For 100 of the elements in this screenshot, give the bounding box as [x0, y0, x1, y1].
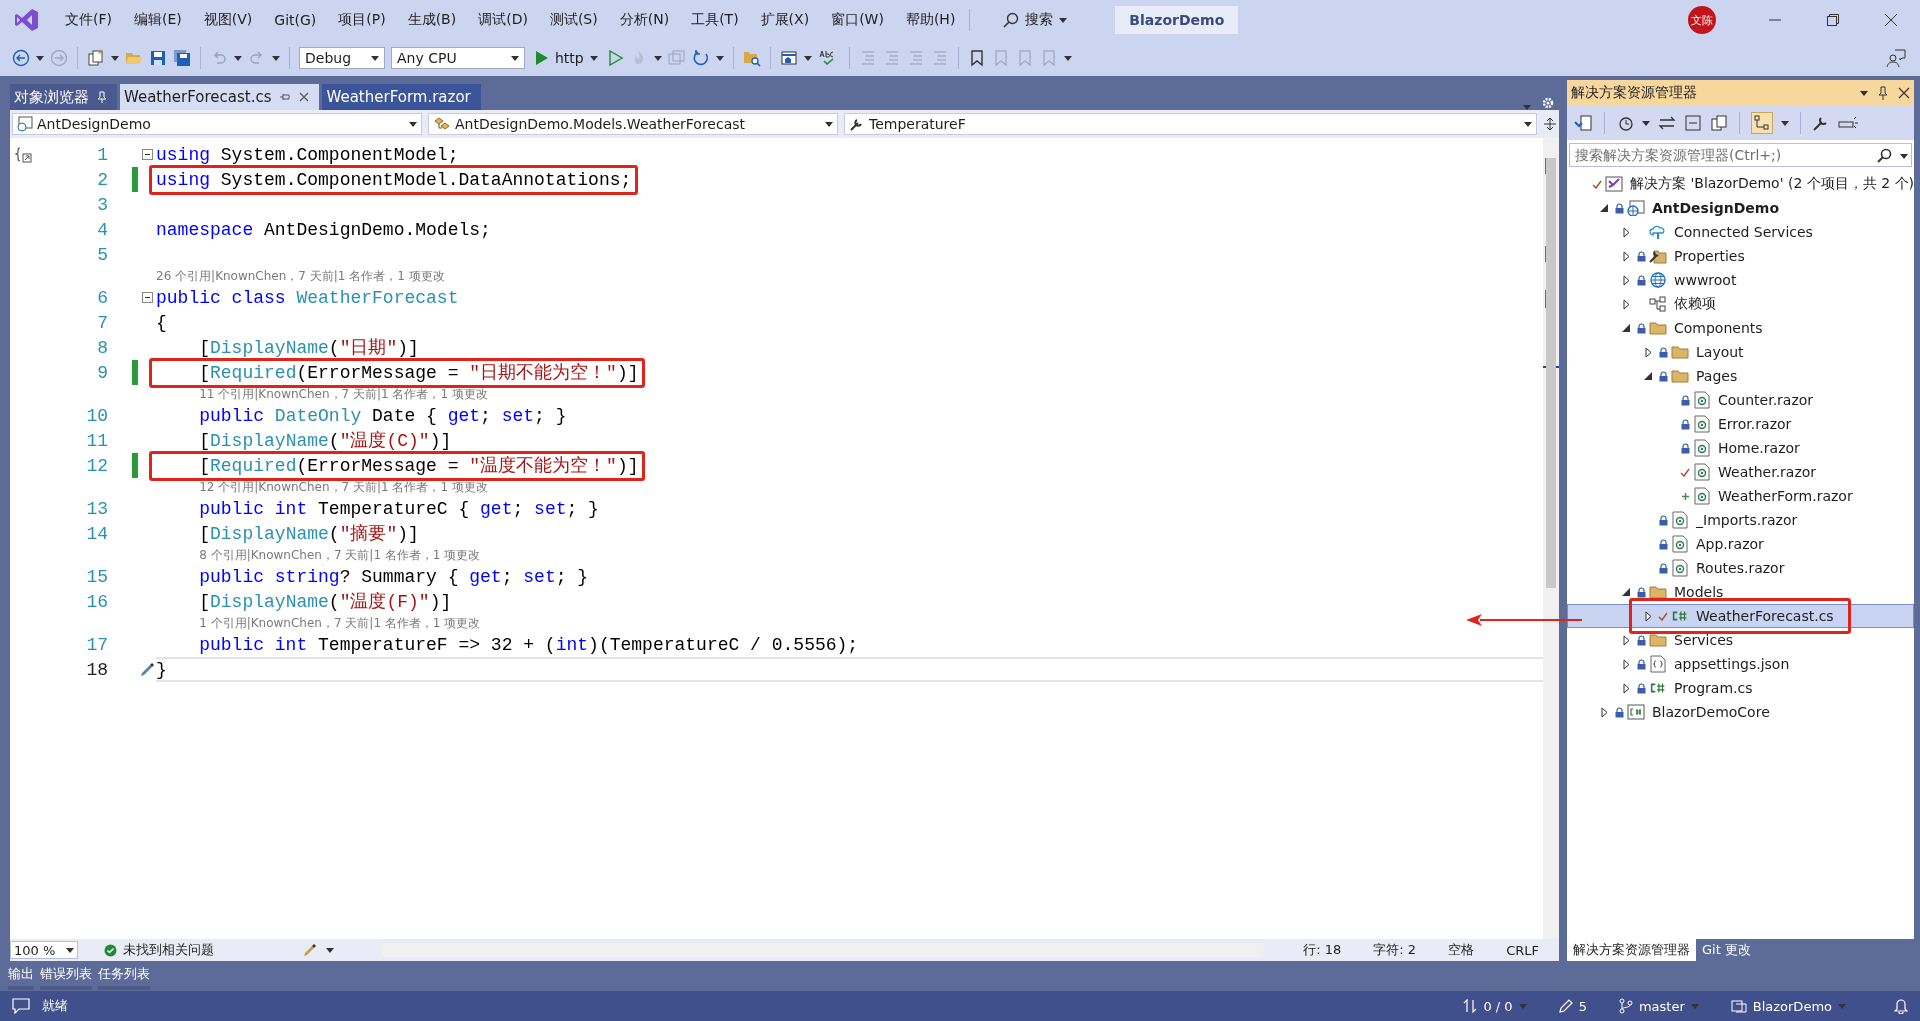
tree-item[interactable]: Counter.razor [1567, 388, 1914, 412]
vs-windows-icon[interactable] [1573, 114, 1593, 132]
message-icon[interactable] [12, 998, 30, 1014]
menu-item[interactable]: 工具(T) [680, 11, 750, 29]
logo-icon[interactable] [14, 7, 40, 33]
new-item-icon[interactable] [87, 49, 105, 67]
collapse-icon[interactable] [141, 149, 153, 160]
tree-item[interactable]: AntDesignDemo [1567, 196, 1914, 220]
whitespace-indicator[interactable]: 空格 [1436, 941, 1487, 959]
menu-item[interactable]: 帮助(H) [894, 11, 967, 29]
code-lens[interactable]: 11 个引用|KnownChen，7 天前|1 名作者，1 项更改 [199, 385, 488, 403]
tree-item[interactable]: Home.razor [1567, 436, 1914, 460]
column-indicator[interactable]: 字符: 2 [1361, 941, 1429, 959]
collapsed-icon[interactable] [1600, 706, 1608, 718]
tree-item[interactable]: Models [1567, 580, 1914, 604]
collapse-all-icon[interactable] [1684, 114, 1702, 132]
line-indicator[interactable]: 行: 18 [1291, 941, 1354, 959]
tree-item[interactable]: Connected Services [1567, 220, 1914, 244]
save-icon[interactable] [149, 49, 167, 67]
close-icon[interactable] [1884, 13, 1898, 27]
copy-icon[interactable] [1710, 114, 1728, 132]
tree-item[interactable]: Pages [1567, 364, 1914, 388]
start-button[interactable]: http [531, 50, 602, 66]
cleanup-brush-icon[interactable] [302, 943, 318, 957]
configuration-dropdown[interactable]: Debug [299, 47, 385, 69]
preview-icon[interactable] [1838, 116, 1858, 130]
sync-status[interactable]: 0 / 0 [1463, 998, 1527, 1014]
tree-item[interactable]: Error.razor [1567, 412, 1914, 436]
menu-item[interactable]: 编辑(E) [123, 11, 193, 29]
save-all-icon[interactable] [173, 49, 191, 67]
search-button[interactable]: 搜索 [995, 11, 1076, 29]
collapsed-icon[interactable] [1622, 658, 1630, 670]
scope-icon[interactable] [15, 145, 33, 164]
code-lens[interactable]: 1 个引用|KnownChen，7 天前|1 名作者，1 项更改 [199, 614, 481, 632]
menu-item[interactable]: Git(G) [263, 12, 328, 28]
branch-status[interactable]: master [1618, 998, 1699, 1014]
tree-item[interactable]: Weather.razor [1567, 460, 1914, 484]
collapsed-icon[interactable] [1622, 682, 1630, 694]
collapsed-icon[interactable] [1622, 226, 1630, 238]
tree-item[interactable]: Layout [1567, 340, 1914, 364]
expanded-icon[interactable] [1600, 204, 1608, 212]
split-icon[interactable] [1543, 117, 1557, 131]
tree-item[interactable]: BlazorDemoCore [1567, 700, 1914, 724]
collapse-icon[interactable] [141, 292, 153, 303]
code-lens[interactable]: 8 个引用|KnownChen，7 天前|1 名作者，1 项更改 [199, 546, 481, 564]
tree-item[interactable]: Program.cs [1567, 676, 1914, 700]
document-tab[interactable]: WeatherForm.razor [322, 84, 481, 110]
zoom-dropdown[interactable]: 100 % [10, 941, 78, 959]
tree-item[interactable]: WeatherForecast.cs [1567, 604, 1914, 628]
tree-item[interactable]: Services [1567, 628, 1914, 652]
sync-icon[interactable] [1658, 114, 1676, 132]
expanded-icon[interactable] [1622, 588, 1630, 596]
collapsed-icon[interactable] [1644, 610, 1652, 622]
panel-tab[interactable]: 解决方案资源管理器 [1567, 939, 1696, 961]
tree-item[interactable]: Properties [1567, 244, 1914, 268]
feedback-icon[interactable] [1886, 48, 1906, 68]
close-icon[interactable] [299, 92, 310, 102]
menu-item[interactable]: 视图(V) [192, 11, 264, 29]
collapsed-icon[interactable] [1644, 346, 1652, 358]
collapsed-icon[interactable] [1622, 250, 1630, 262]
search-icon[interactable] [1876, 148, 1892, 164]
expanded-icon[interactable] [1622, 324, 1630, 332]
expanded-icon[interactable] [1644, 372, 1652, 380]
repository-status[interactable]: BlazorDemo [1730, 998, 1846, 1014]
code-lens[interactable]: 12 个引用|KnownChen，7 天前|1 名作者，1 项更改 [199, 478, 488, 496]
tree-item[interactable]: Routes.razor [1567, 556, 1914, 580]
window-layout-icon[interactable] [779, 49, 798, 67]
track-active-item-button[interactable] [1751, 112, 1773, 134]
tree-item[interactable]: 解决方案 'BlazorDemo' (2 个项目，共 2 个) [1567, 172, 1914, 196]
menu-item[interactable]: 项目(P) [327, 11, 397, 29]
pin-icon[interactable] [1878, 86, 1888, 100]
notification-icon[interactable] [1894, 998, 1908, 1014]
collapsed-icon[interactable] [1622, 634, 1630, 646]
restore-icon[interactable] [1826, 13, 1840, 27]
settings-icon[interactable] [1541, 96, 1555, 110]
changes-status[interactable]: 5 [1558, 998, 1587, 1014]
line-ending-indicator[interactable]: CRLF [1494, 942, 1551, 958]
wrench-icon[interactable] [1812, 114, 1830, 132]
tree-item[interactable]: WeatherForm.razor [1567, 484, 1914, 508]
back-icon[interactable] [12, 49, 30, 67]
menu-item[interactable]: 窗口(W) [820, 11, 895, 29]
code-lens[interactable]: 26 个引用|KnownChen，7 天前|1 名作者，1 项更改 [156, 267, 445, 285]
menu-item[interactable]: 扩展(X) [749, 11, 821, 29]
panel-tab[interactable]: Git 更改 [1696, 939, 1757, 961]
user-avatar[interactable]: 文陈 [1688, 6, 1716, 34]
issues-indicator[interactable]: 未找到相关问题 [104, 941, 214, 959]
start-without-debugging-icon[interactable] [607, 50, 624, 66]
menu-item[interactable]: 测试(S) [538, 11, 609, 29]
collapsed-icon[interactable] [1622, 274, 1630, 286]
folder-search-icon[interactable] [742, 49, 761, 67]
member-dropdown[interactable]: TemperatureF [844, 113, 1537, 135]
tree-item[interactable]: wwwroot [1567, 268, 1914, 292]
refresh-icon[interactable] [691, 49, 710, 67]
tree-item[interactable]: App.razor [1567, 532, 1914, 556]
menu-item[interactable]: 文件(F) [54, 11, 123, 29]
tree-item[interactable]: _Imports.razor [1567, 508, 1914, 532]
platform-dropdown[interactable]: Any CPU [391, 47, 525, 69]
menu-item[interactable]: 分析(N) [608, 11, 681, 29]
tree-item[interactable]: 依赖项 [1567, 292, 1914, 316]
document-tab[interactable]: WeatherForecast.cs [120, 84, 320, 110]
